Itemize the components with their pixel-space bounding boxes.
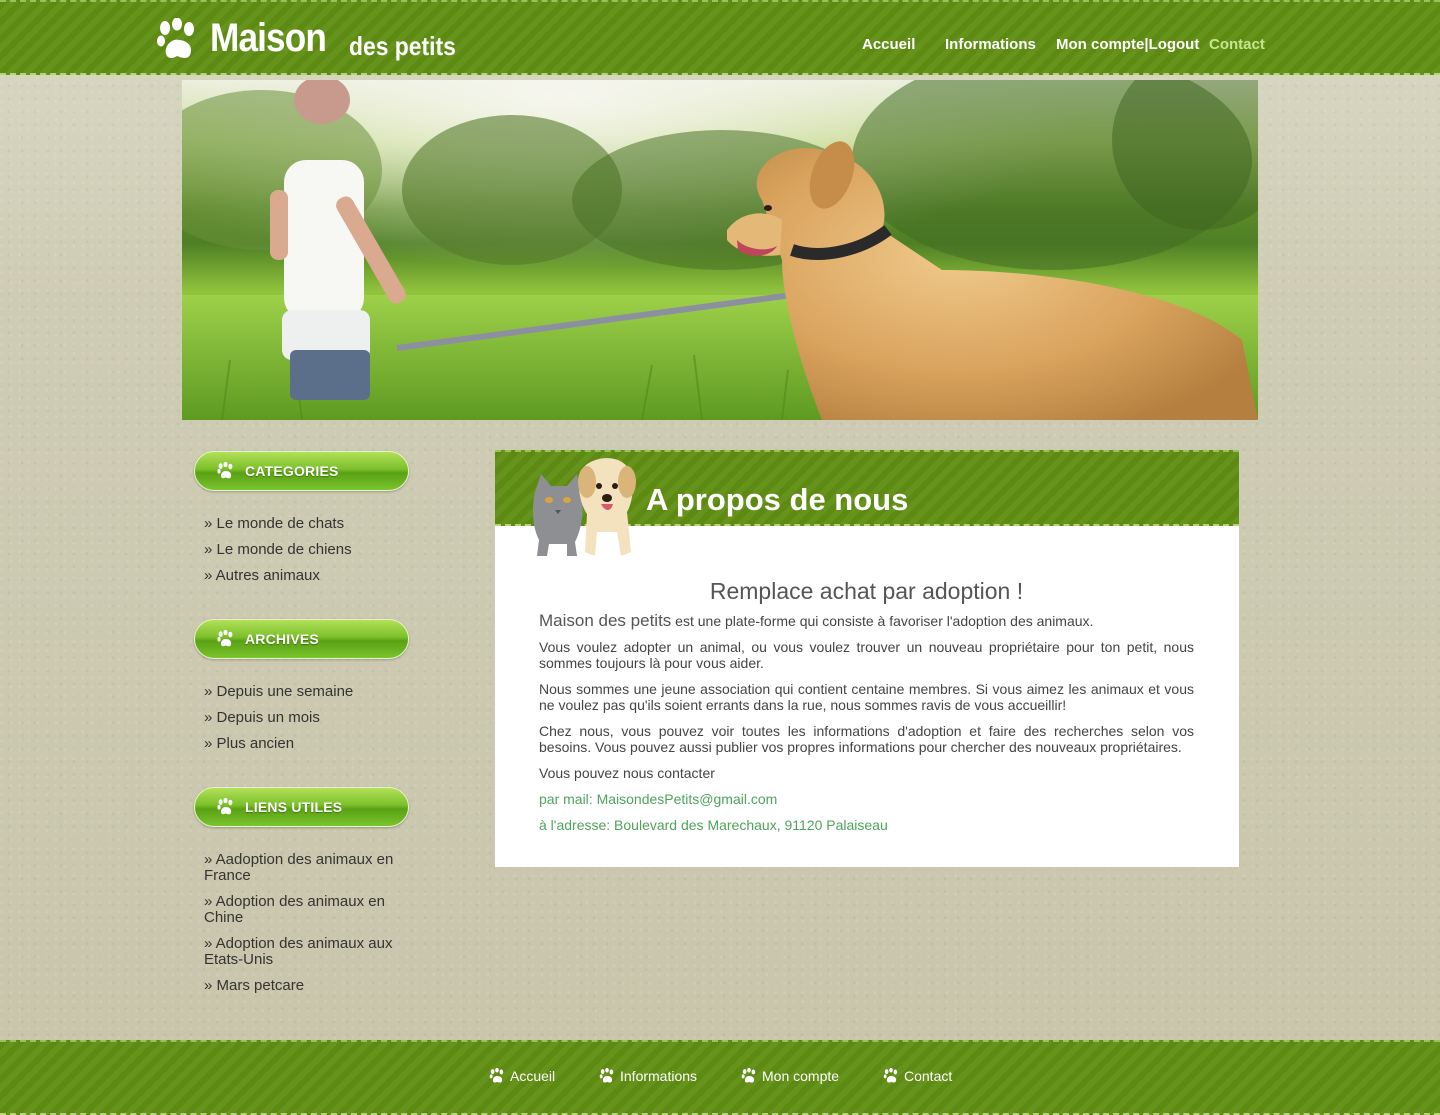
- list-item[interactable]: » Mars petcare: [204, 978, 404, 994]
- sidebar-link[interactable]: » Autres animaux: [204, 567, 320, 584]
- nav-mon-compte-logout[interactable]: Mon compte|Logout: [1056, 36, 1199, 53]
- hero-banner: [182, 80, 1258, 420]
- brand-name: Maison des petits: [539, 611, 672, 630]
- list-item[interactable]: » Plus ancien: [204, 736, 419, 752]
- paragraph: Nous sommes une jeune association qui co…: [539, 681, 1194, 713]
- paw-icon: [741, 1068, 756, 1083]
- paragraph: Vous pouvez nous contacter: [539, 765, 715, 781]
- sidebar-link[interactable]: » Adoption des animaux en Chine: [204, 893, 385, 926]
- list-item[interactable]: » Adoption des animaux aux Etats-Unis: [204, 936, 404, 968]
- main-nav: Accueil Informations Mon compte|Logout C…: [0, 36, 1440, 56]
- sidebar-link[interactable]: » Depuis une semaine: [204, 683, 353, 700]
- contact-address: à l'adresse: Boulevard des Marechaux, 91…: [539, 817, 888, 833]
- paw-icon: [883, 1068, 898, 1083]
- sidebar-header-archives: ARCHIVES: [194, 619, 409, 659]
- sidebar-link[interactable]: » Le monde de chiens: [204, 541, 352, 558]
- sidebar-list-liens-utiles: » Aadoption des animaux en France » Adop…: [204, 852, 404, 1004]
- sidebar-link[interactable]: » Le monde de chats: [204, 515, 344, 532]
- footer-link-mon-compte[interactable]: Mon compte: [741, 1068, 839, 1084]
- nav-accueil[interactable]: Accueil: [862, 36, 915, 53]
- hero-illustration: [182, 80, 1258, 420]
- list-item[interactable]: » Adoption des animaux en Chine: [204, 894, 404, 926]
- cat-and-dog-image: [532, 458, 636, 556]
- paw-icon: [217, 798, 233, 815]
- sidebar-header-categories: CATEGORIES: [194, 451, 409, 491]
- paragraph: Vous voulez adopter un animal, ou vous v…: [539, 639, 1194, 671]
- sidebar-list-archives: » Depuis une semaine » Depuis un mois » …: [204, 684, 419, 762]
- site-footer: Accueil Informations Mon compte Contact: [0, 1040, 1440, 1115]
- footer-link-label: Contact: [904, 1068, 953, 1084]
- sidebar-link[interactable]: » Aadoption des animaux en France: [204, 851, 393, 884]
- panel-body: Remplace achat par adoption ! Maison des…: [539, 578, 1194, 843]
- paw-icon: [489, 1068, 504, 1083]
- paw-icon: [217, 462, 233, 479]
- list-item[interactable]: » Autres animaux: [204, 568, 419, 584]
- sidebar-header-liens-utiles: LIENS UTILES: [194, 787, 409, 827]
- nav-contact[interactable]: Contact: [1209, 36, 1265, 53]
- paragraph: Chez nous, vous pouvez voir toutes les i…: [539, 723, 1194, 755]
- footer-link-label: Accueil: [510, 1068, 556, 1084]
- footer-link-informations[interactable]: Informations: [599, 1068, 697, 1084]
- site-header: Maison des petits Accueil Informations M…: [0, 0, 1440, 75]
- list-item[interactable]: » Le monde de chiens: [204, 542, 419, 558]
- about-panel: A propos de nous Remplace achat par adop…: [495, 450, 1239, 867]
- sidebar-list-categories: » Le monde de chats » Le monde de chiens…: [204, 516, 419, 594]
- contact-email[interactable]: par mail: MaisondesPetits@gmail.com: [539, 791, 1194, 807]
- sidebar-title: ARCHIVES: [245, 631, 319, 647]
- list-item[interactable]: » Depuis un mois: [204, 710, 419, 726]
- intro-paragraph: Maison des petits est une plate-forme qu…: [539, 611, 1194, 630]
- sidebar-link[interactable]: » Plus ancien: [204, 735, 294, 752]
- sidebar-title: LIENS UTILES: [245, 799, 343, 815]
- footer-link-label: Informations: [620, 1068, 698, 1084]
- footer-link-accueil[interactable]: Accueil: [489, 1068, 555, 1084]
- footer-link-label: Mon compte: [762, 1068, 840, 1084]
- paw-icon: [217, 630, 233, 647]
- list-item[interactable]: » Depuis une semaine: [204, 684, 419, 700]
- sidebar-link[interactable]: » Mars petcare: [204, 977, 304, 994]
- footer-link-contact[interactable]: Contact: [883, 1068, 952, 1084]
- sidebar-link[interactable]: » Depuis un mois: [204, 709, 320, 726]
- page-title: A propos de nous: [646, 482, 909, 517]
- section-heading: Remplace achat par adoption !: [709, 578, 1024, 604]
- sidebar-link[interactable]: » Adoption des animaux aux Etats-Unis: [204, 935, 392, 968]
- list-item[interactable]: » Aadoption des animaux en France: [204, 852, 404, 884]
- intro-text: est une plate-forme qui consiste à favor…: [671, 613, 1094, 629]
- list-item[interactable]: » Le monde de chats: [204, 516, 419, 532]
- nav-informations[interactable]: Informations: [945, 36, 1036, 53]
- paw-icon: [599, 1068, 614, 1083]
- sidebar-title: CATEGORIES: [245, 463, 339, 479]
